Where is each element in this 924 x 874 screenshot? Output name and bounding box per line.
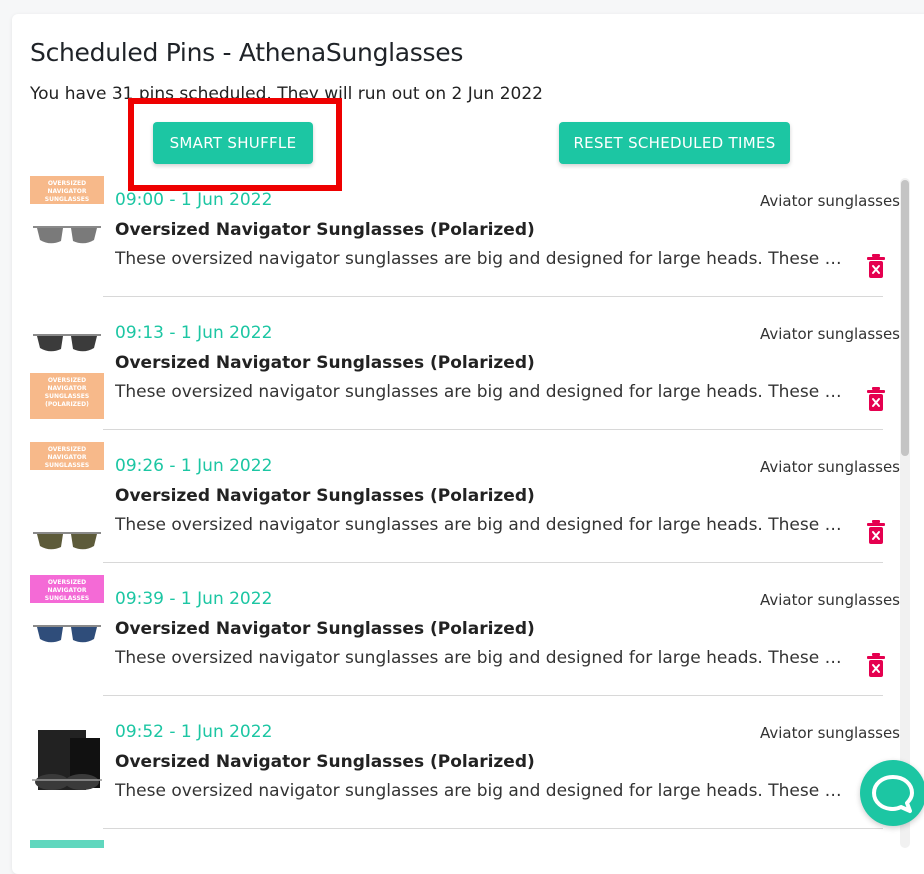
- pin-row[interactable]: OVERSIZED NAVIGATOR SUNGLASSES (POLARIZE…: [0, 442, 900, 575]
- chat-button[interactable]: [860, 760, 924, 826]
- pin-title: Oversized Navigator Sunglasses (Polarize…: [115, 619, 535, 639]
- reset-scheduled-times-button[interactable]: RESET SCHEDULED TIMES: [559, 122, 790, 164]
- pin-row[interactable]: OVERSIZED NAVIGATOR SUNGLASSES (POLARIZE…: [0, 309, 900, 442]
- list-scrollbar[interactable]: [900, 178, 910, 848]
- sunglasses-image: [33, 226, 101, 244]
- pin-title: Oversized Navigator Sunglasses (Polarize…: [115, 220, 535, 240]
- row-divider: [103, 296, 883, 297]
- pin-row[interactable]: 09:52 - 1 Jun 2022 Aviator sunglasses Over…: [0, 708, 900, 841]
- sunglasses-image: [33, 334, 101, 352]
- trash-icon: [867, 653, 885, 677]
- trash-icon: [867, 520, 885, 544]
- scrollbar-thumb[interactable]: [901, 180, 909, 456]
- pin-board-name: Aviator sunglasses: [760, 591, 900, 609]
- thumbnail-banner: OVERSIZED NAVIGATOR SUNGLASSES (POLARIZE…: [30, 373, 104, 419]
- pin-scheduled-time: 09:26 - 1 Jun 2022: [115, 456, 273, 476]
- pin-scheduled-time: 09:00 - 1 Jun 2022: [115, 190, 273, 210]
- pin-board-name: Aviator sunglasses: [760, 325, 900, 343]
- next-pin-thumbnail-peek: [30, 840, 104, 848]
- pin-row[interactable]: OVERSIZED NAVIGATOR SUNGLASSES (POLARIZE…: [0, 575, 900, 708]
- row-divider: [103, 562, 883, 563]
- chat-bubble-icon: [872, 775, 914, 813]
- thumbnail-banner: OVERSIZED NAVIGATOR SUNGLASSES (POLARIZE…: [30, 575, 104, 610]
- pin-thumbnail: [30, 708, 104, 818]
- sunglasses-image: [33, 625, 101, 643]
- pin-scheduled-time: 09:39 - 1 Jun 2022: [115, 589, 273, 609]
- pin-title: Oversized Navigator Sunglasses (Polarize…: [115, 752, 535, 772]
- delete-pin-button[interactable]: [866, 254, 886, 278]
- smart-shuffle-button[interactable]: SMART SHUFFLE: [153, 122, 313, 164]
- pin-row[interactable]: OVERSIZED NAVIGATOR SUNGLASSES (POLARIZE…: [0, 176, 900, 309]
- delete-pin-button[interactable]: [866, 520, 886, 544]
- pin-thumbnail: OVERSIZED NAVIGATOR SUNGLASSES (POLARIZE…: [30, 442, 104, 552]
- thumbnail-banner: OVERSIZED NAVIGATOR SUNGLASSES (POLARIZE…: [30, 176, 104, 211]
- sunglasses-image: [33, 532, 101, 550]
- page-title: Scheduled Pins - AthenaSunglasses: [30, 38, 464, 67]
- pin-description: These oversized navigator sunglasses are…: [115, 781, 843, 801]
- trash-icon: [867, 387, 885, 411]
- pin-title: Oversized Navigator Sunglasses (Polarize…: [115, 353, 535, 373]
- thumbnail-banner: OVERSIZED NAVIGATOR SUNGLASSES (POLARIZE…: [30, 442, 104, 477]
- row-divider: [103, 695, 883, 696]
- pin-title: Oversized Navigator Sunglasses (Polarize…: [115, 486, 535, 506]
- delete-pin-button[interactable]: [866, 653, 886, 677]
- pin-thumbnail: OVERSIZED NAVIGATOR SUNGLASSES (POLARIZE…: [30, 309, 104, 419]
- trash-icon: [867, 254, 885, 278]
- schedule-summary: You have 31 pins scheduled. They will ru…: [30, 84, 543, 104]
- pin-thumbnail: OVERSIZED NAVIGATOR SUNGLASSES (POLARIZE…: [30, 176, 104, 286]
- row-divider: [103, 429, 883, 430]
- row-divider: [103, 828, 883, 829]
- pin-description: These oversized navigator sunglasses are…: [115, 515, 843, 535]
- pin-scheduled-time: 09:13 - 1 Jun 2022: [115, 323, 273, 343]
- pin-scheduled-time: 09:52 - 1 Jun 2022: [115, 722, 273, 742]
- pin-board-name: Aviator sunglasses: [760, 458, 900, 476]
- pin-description: These oversized navigator sunglasses are…: [115, 249, 843, 269]
- delete-pin-button[interactable]: [866, 387, 886, 411]
- pin-description: These oversized navigator sunglasses are…: [115, 648, 843, 668]
- pin-thumbnail: OVERSIZED NAVIGATOR SUNGLASSES (POLARIZE…: [30, 575, 104, 685]
- pin-description: These oversized navigator sunglasses are…: [115, 382, 843, 402]
- pin-board-name: Aviator sunglasses: [760, 724, 900, 742]
- pin-board-name: Aviator sunglasses: [760, 192, 900, 210]
